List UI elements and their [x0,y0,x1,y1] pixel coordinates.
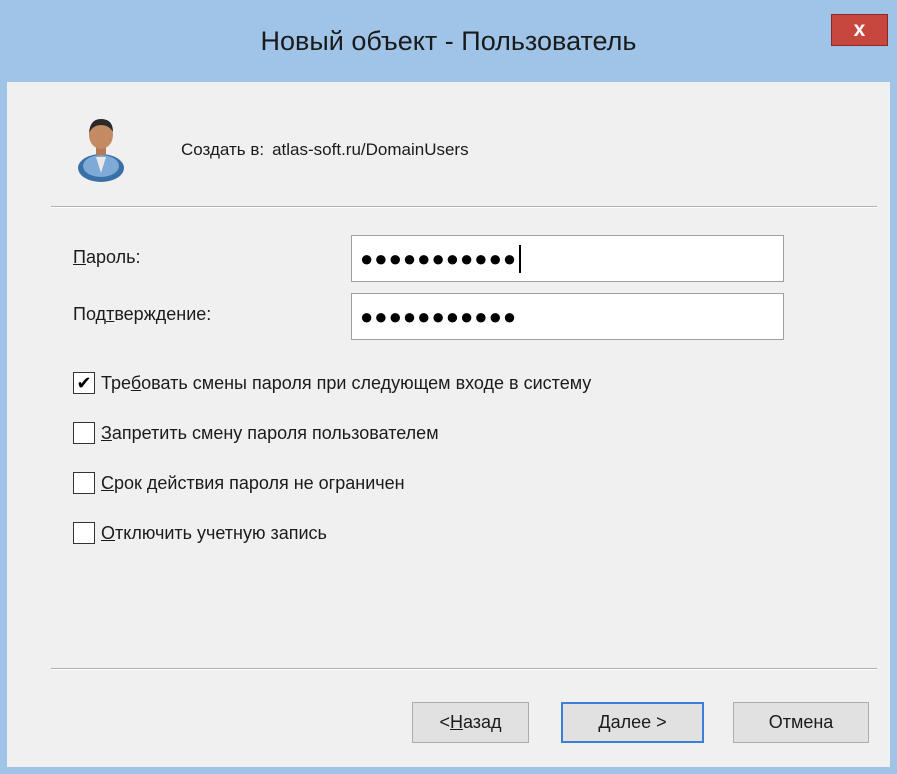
user-icon [78,119,124,182]
confirm-value: ●●●●●●●●●●● [360,303,518,329]
checkmark-icon: ✔ [76,373,92,393]
cannot-change-password-label: Запретить смену пароля пользователем [101,422,439,443]
cannot-change-password-checkbox[interactable] [73,422,95,444]
dialog-window: Новый объект - Пользователь x Создать в:… [0,0,897,774]
password-label-text: ароль: [85,247,141,267]
create-in-path: atlas-soft.ru/DomainUsers [272,140,469,159]
password-never-expires-label: Срок действия пароля не ограничен [101,472,405,493]
title-bar[interactable]: Новый объект - Пользователь x [0,0,897,82]
option-account-disabled[interactable]: Отключить учетную запись [73,522,327,544]
confirm-field[interactable]: ●●●●●●●●●●● [351,293,784,340]
create-in-text: Создать в: atlas-soft.ru/DomainUsers [181,140,469,160]
password-value: ●●●●●●●●●●● [360,245,518,271]
option-must-change-password[interactable]: ✔ Требовать смены пароля при следующем в… [73,372,591,394]
close-icon: x [853,18,866,41]
separator-bottom [51,668,877,670]
option-password-never-expires[interactable]: Срок действия пароля не ограничен [73,472,405,494]
separator-top [51,206,877,208]
account-disabled-label: Отключить учетную запись [101,522,327,543]
cancel-button[interactable]: Отмена [733,702,869,743]
account-disabled-checkbox[interactable] [73,522,95,544]
password-label: Пароль: [73,247,140,268]
create-in-label: Создать в: [181,140,265,159]
password-label-accesskey: П [73,247,86,267]
password-never-expires-checkbox[interactable] [73,472,95,494]
close-button[interactable]: x [831,14,888,46]
confirm-label: Подтверждение: [73,304,211,325]
back-button[interactable]: < Назад [412,702,529,743]
window-title: Новый объект - Пользователь [260,26,637,56]
password-field[interactable]: ●●●●●●●●●●● [351,235,784,282]
dialog-client: Создать в: atlas-soft.ru/DomainUsers Паро… [21,82,890,767]
option-cannot-change-password[interactable]: Запретить смену пароля пользователем [73,422,439,444]
confirm-label-pre: Под [73,304,107,324]
next-button[interactable]: Далее > [561,702,704,743]
confirm-label-text: верждение: [114,304,212,324]
text-caret [519,244,522,273]
must-change-password-checkbox[interactable]: ✔ [73,372,95,394]
must-change-password-label: Требовать смены пароля при следующем вхо… [101,372,592,393]
